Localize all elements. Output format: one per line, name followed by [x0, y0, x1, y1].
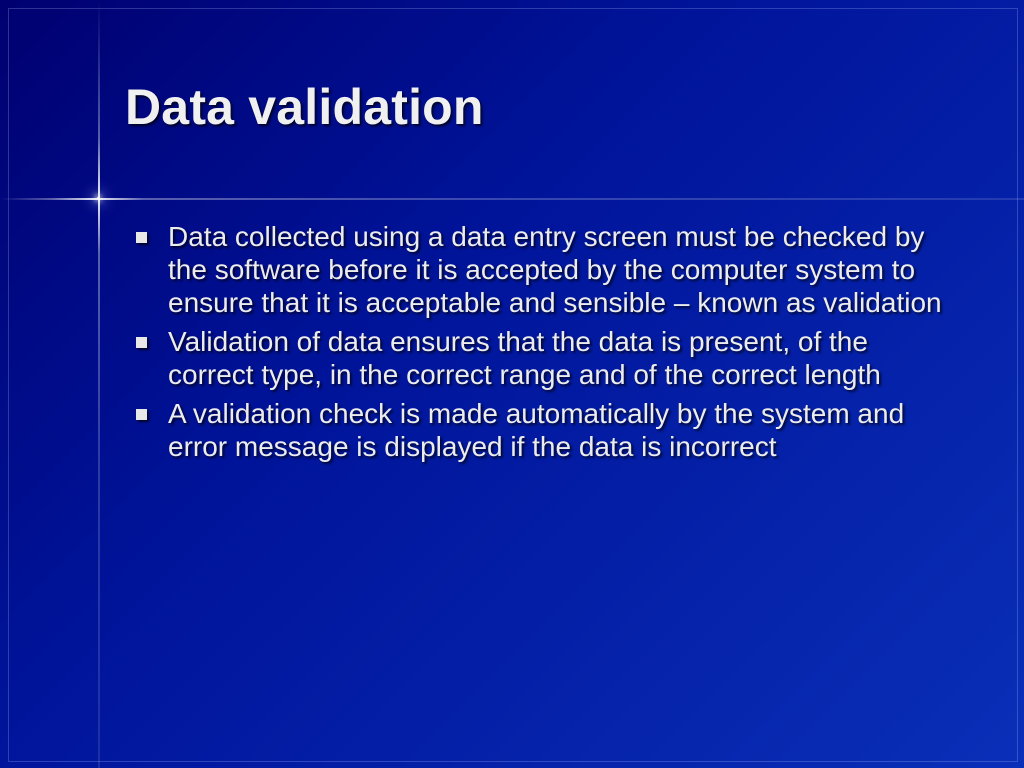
list-item: Data collected using a data entry screen… — [130, 220, 950, 319]
star-glow-icon — [97, 197, 99, 199]
decorative-horizontal-line — [0, 198, 1024, 200]
bullet-list: Data collected using a data entry screen… — [130, 220, 950, 463]
slide-title: Data validation — [125, 78, 484, 136]
decorative-vertical-line — [98, 0, 100, 768]
presentation-slide: Data validation Data collected using a d… — [0, 0, 1024, 768]
slide-body: Data collected using a data entry screen… — [130, 220, 950, 469]
list-item: A validation check is made automatically… — [130, 397, 950, 463]
list-item: Validation of data ensures that the data… — [130, 325, 950, 391]
